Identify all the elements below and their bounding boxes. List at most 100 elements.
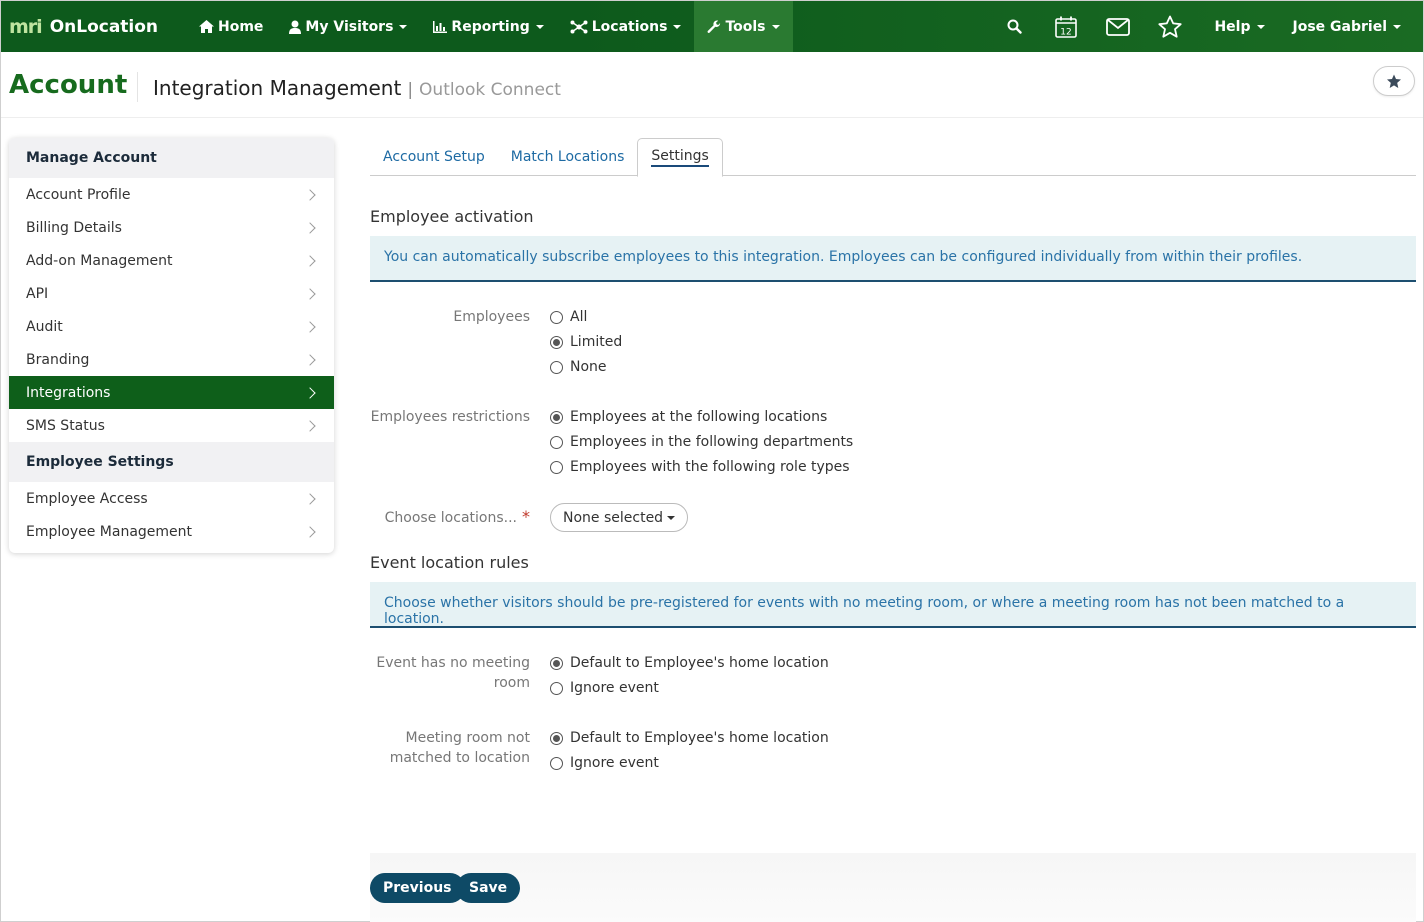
chevron-right-icon [304,353,316,366]
chevron-down-icon [673,24,682,29]
chevron-down-icon [399,24,408,29]
sidebar-item-account-profile[interactable]: Account Profile [9,178,334,211]
integration-tabs: Account Setup Match Locations Settings [370,138,1416,177]
tab-label: Settings [651,148,709,167]
radio-not-matched-ignore[interactable]: Ignore event [550,753,659,773]
radio-button[interactable] [550,460,563,474]
radio-label: None [570,359,607,375]
radio-button[interactable] [550,681,563,695]
radio-button[interactable] [550,410,563,424]
sidebar-item-api[interactable]: API [9,277,334,310]
chevron-right-icon [304,188,316,201]
sidebar-item-label: Branding [26,351,90,368]
mri-logo: mri [9,15,43,38]
star-icon [1387,74,1401,88]
sidebar-item-sms-status[interactable]: SMS Status [9,409,334,442]
chevron-down-icon [1256,24,1265,29]
label-line: room [493,675,530,691]
sidebar-heading-manage-account: Manage Account [9,138,334,178]
nav-user-label: Jose Gabriel [1292,18,1388,35]
radio-label: Limited [570,334,623,350]
radio-button[interactable] [550,335,563,349]
radio-button[interactable] [550,656,563,670]
sidebar-item-label: Audit [26,318,63,335]
sidebar-item-label: Account Profile [26,186,131,203]
nav-tools-label: Tools [725,18,766,35]
nav-locations-label: Locations [591,18,668,35]
sidebar-item-branding[interactable]: Branding [9,343,334,376]
bar-chart-icon [433,20,448,33]
form-footer [370,853,1416,922]
sidebar-item-employee-management[interactable]: Employee Management [9,515,334,548]
label-line: matched to location [389,750,530,766]
sidebar-item-addon-management[interactable]: Add-on Management [9,244,334,277]
radio-button[interactable] [550,435,563,449]
chevron-right-icon [304,419,316,432]
tab-match-locations[interactable]: Match Locations [498,138,638,176]
nav-reporting-label: Reporting [451,18,530,35]
radio-no-room-default-home[interactable]: Default to Employee's home location [550,653,829,673]
sidebar-item-audit[interactable]: Audit [9,310,334,343]
radio-employees-limited[interactable]: Limited [550,332,622,352]
chevron-right-icon [304,492,316,505]
page-header: Account Integration Management | Outlook C… [1,52,1423,118]
brand[interactable]: mri OnLocation [1,1,186,52]
radio-employees-all[interactable]: All [550,307,587,327]
page-subtitle-secondary: Outlook Connect [419,80,561,100]
chevron-right-icon [304,287,316,300]
radio-label: All [570,309,588,325]
choose-locations-label: Choose locations... * [370,507,530,528]
radio-button[interactable] [550,756,563,770]
favorites-button[interactable] [1144,1,1196,52]
nav-home[interactable]: Home [186,1,276,52]
multiselect-value: None selected [563,509,664,526]
sidebar-item-billing-details[interactable]: Billing Details [9,211,334,244]
nav-my-visitors-label: My Visitors [305,18,394,35]
radio-restrict-locations[interactable]: Employees at the following locations [550,407,827,427]
calendar-icon: 12 [1055,16,1078,38]
calendar-button[interactable]: 12 [1040,1,1092,52]
radio-restrict-role-types[interactable]: Employees with the following role types [550,457,850,477]
bookmark-page-button[interactable] [1373,66,1415,96]
search-icon [1007,19,1022,34]
sidebar-heading-employee-settings: Employee Settings [9,442,334,482]
radio-label: Employees with the following role types [570,459,850,475]
radio-not-matched-default-home[interactable]: Default to Employee's home location [550,728,829,748]
sidebar-item-label: API [26,285,49,302]
label-line: Event has no meeting [376,655,530,671]
chevron-right-icon [304,221,316,234]
nav-reporting[interactable]: Reporting [420,1,556,52]
chevron-right-icon [304,525,316,538]
envelope-icon [1106,17,1131,36]
nav-my-visitors[interactable]: My Visitors [276,1,420,52]
radio-button[interactable] [550,731,563,745]
locations-multiselect[interactable]: None selected [550,503,689,532]
tab-account-setup[interactable]: Account Setup [370,138,498,176]
nav-help[interactable]: Help [1196,1,1278,52]
radio-label: Ignore event [570,755,659,771]
chevron-right-icon [304,254,316,267]
previous-button[interactable]: Previous [370,873,465,903]
nav-locations[interactable]: Locations [557,1,695,52]
home-icon [199,20,214,33]
nav-tools[interactable]: Tools [694,1,793,52]
search-button[interactable] [988,1,1040,52]
tab-label: Match Locations [510,149,625,165]
save-button[interactable]: Save [456,873,521,903]
sidebar-item-integrations[interactable]: Integrations [9,376,334,409]
messages-button[interactable] [1092,1,1144,52]
radio-employees-none[interactable]: None [550,357,607,377]
sidebar-item-employee-access[interactable]: Employee Access [9,482,334,515]
radio-label: Ignore event [570,680,659,696]
radio-restrict-departments[interactable]: Employees in the following departments [550,432,853,452]
tab-settings[interactable]: Settings [637,138,723,177]
radio-no-room-ignore[interactable]: Ignore event [550,678,659,698]
radio-button[interactable] [550,360,563,374]
nav-user-menu[interactable]: Jose Gabriel [1279,1,1424,52]
wrench-icon [707,20,721,33]
brand-name: OnLocation [49,16,159,37]
radio-button[interactable] [550,310,563,324]
employees-restrictions-label: Employees restrictions [370,409,530,425]
sidebar-item-label: Employee Management [26,523,193,540]
chevron-down-icon [771,24,780,29]
